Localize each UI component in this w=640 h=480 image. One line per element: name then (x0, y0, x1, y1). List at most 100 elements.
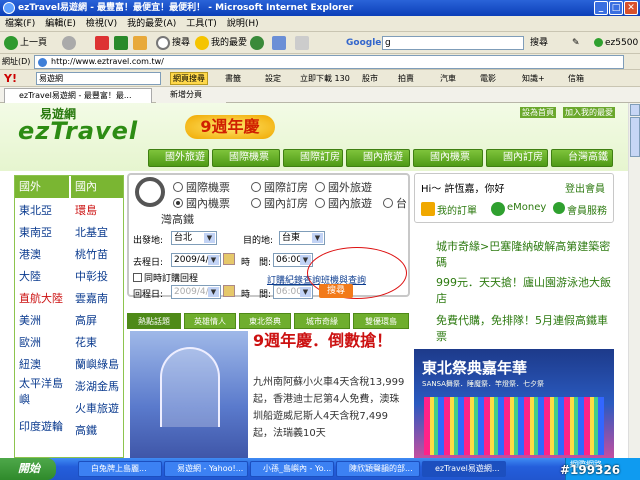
mail-button[interactable]: 信箱 (568, 73, 584, 84)
nav-domestic-hotels[interactable]: 國內訂房 (486, 149, 548, 167)
scroll-up-button[interactable] (630, 104, 640, 116)
region-north[interactable]: 北基宜 (71, 222, 108, 244)
emoney-link[interactable]: eMoney (507, 202, 546, 213)
search-submit-button[interactable]: 搜尋 (319, 284, 353, 298)
settings-button[interactable]: 設定 (265, 73, 281, 84)
promo-tab-island[interactable]: 雙優環島 (353, 313, 409, 329)
region-hk-macau[interactable]: 港澳 (15, 244, 41, 266)
region-east[interactable]: 花東 (71, 332, 97, 354)
menu-tools[interactable]: 工具(T) (181, 16, 222, 32)
radio-intl-hotel[interactable]: 國際訂房 (251, 179, 308, 195)
taskbar-item[interactable]: 陳欣穎聲韻的部... (336, 461, 420, 477)
yahoo-logo[interactable]: Y! (4, 72, 17, 85)
promo-title[interactable]: 9週年慶．倒數搶！ (253, 331, 413, 351)
set-homepage-link[interactable]: 設為首頁 (520, 107, 556, 118)
stocks-button[interactable]: 股市 (362, 73, 378, 84)
menu-view[interactable]: 檢視(V) (81, 16, 122, 32)
history-button[interactable] (250, 35, 266, 51)
movies-button[interactable]: 電影 (480, 73, 496, 84)
region-hsr[interactable]: 高鐵 (71, 420, 97, 442)
favorites-button[interactable]: 我的最愛 (195, 35, 247, 51)
menu-file[interactable]: 檔案(F) (0, 16, 40, 32)
anniversary-badge[interactable]: 9週年慶 (185, 115, 275, 139)
taskbar-item[interactable]: 易遊網 - Yahoo!... (164, 461, 248, 477)
dest-select[interactable]: 台東 (279, 231, 325, 245)
mail-button[interactable] (272, 35, 288, 51)
logout-link[interactable]: 登出會員 (565, 180, 605, 195)
promo-tab-hot[interactable]: 熱點話題 (127, 313, 181, 329)
nav-intl-flights[interactable]: 國際機票 (212, 149, 280, 167)
festival-banner[interactable]: 東北祭典嘉年華 SANSA舞祭．睡魔祭．竿燈祭．七夕祭 (414, 349, 614, 458)
depart-date-input[interactable]: 2009/4/27 (171, 253, 221, 267)
radio-intl-flight[interactable]: 國際機票 (173, 179, 230, 195)
region-china[interactable]: 大陸 (15, 266, 41, 288)
cars-button[interactable]: 汽車 (440, 73, 456, 84)
yahoo-search-input[interactable]: 易遊網 (36, 72, 161, 85)
taskbar-item[interactable]: 小孫_島嶼內 - Yo... (250, 461, 334, 477)
promo-image[interactable] (130, 331, 248, 458)
user-account[interactable]: ez5500 (594, 35, 638, 51)
stop-button[interactable] (95, 35, 111, 51)
promo-tab-city[interactable]: 城市奇緣 (294, 313, 350, 329)
news-item[interactable]: 999元．天天搶！廬山園游泳池大飯店 (422, 275, 612, 307)
region-central[interactable]: 中彰投 (71, 266, 108, 288)
region-pacific[interactable]: 太平洋島嶼 (15, 376, 69, 406)
region-south-central[interactable]: 雲嘉南 (71, 288, 108, 310)
nav-intl-hotels[interactable]: 國際訂房 (283, 149, 343, 167)
minimize-button[interactable]: _ (594, 1, 608, 15)
my-order-link[interactable]: 我的訂單 (437, 202, 477, 217)
bookmarks-button[interactable]: 書籤 (225, 73, 241, 84)
nav-high-speed-rail[interactable]: 台灣高鐵 (551, 149, 613, 167)
same-day-checkbox[interactable]: 同時訂購回程 (133, 271, 198, 284)
radio-hsr[interactable]: 台 (383, 195, 407, 211)
google-search-input[interactable]: g (382, 36, 524, 50)
nav-intl-travel[interactable]: 國外旅遊 (148, 149, 209, 167)
return-date-input[interactable]: 2009/4/27 (171, 285, 221, 299)
google-search-button[interactable]: 搜尋 (530, 35, 548, 51)
site-logo[interactable]: ezTravel (18, 117, 138, 145)
nav-domestic-flights[interactable]: 國內機票 (413, 149, 483, 167)
address-input[interactable]: http://www.eztravel.com.tw/ (34, 55, 624, 69)
home-button[interactable] (133, 35, 149, 51)
region-southeast-asia[interactable]: 東南亞 (15, 222, 52, 244)
nav-domestic-travel[interactable]: 國內旅遊 (346, 149, 410, 167)
search-button[interactable]: 搜尋 (156, 35, 190, 51)
radio-dom-hotel[interactable]: 國內訂房 (251, 195, 308, 211)
member-service-link[interactable]: 會員服務 (567, 202, 607, 217)
region-kaohsiung[interactable]: 高屏 (71, 310, 97, 332)
back-button[interactable]: 上一頁 (4, 35, 47, 51)
auction-button[interactable]: 拍賣 (398, 73, 414, 84)
tab-new[interactable]: 新增分頁 (156, 88, 226, 103)
vertical-scrollbar[interactable] (628, 103, 640, 458)
promo-tab-hero[interactable]: 英雄情人 (184, 313, 236, 329)
region-americas[interactable]: 美洲 (15, 310, 41, 332)
add-favorite-link[interactable]: 加入我的最愛 (563, 107, 615, 118)
calendar-icon[interactable] (223, 253, 235, 265)
radio-intl-travel[interactable]: 國外旅遊 (315, 179, 372, 195)
web-search-button[interactable]: 網頁搜尋 (170, 72, 208, 85)
news-item[interactable]: 免費代購，免排隊！5月連假高鐵車票 (422, 313, 612, 345)
wrench-icon[interactable]: ✎ (572, 35, 580, 51)
menu-help[interactable]: 說明(H) (222, 16, 264, 32)
region-northeast-asia[interactable]: 東北亞 (15, 200, 52, 222)
forward-button[interactable] (62, 35, 78, 51)
news-item[interactable]: 城市奇緣>巴塞隆納破解高第建築密碼 (422, 239, 612, 271)
taskbar-item-active[interactable]: ezTravel易遊網... (422, 461, 506, 477)
menu-edit[interactable]: 編輯(E) (40, 16, 81, 32)
calendar-icon[interactable] (223, 285, 235, 297)
region-europe[interactable]: 歐洲 (15, 332, 41, 354)
region-nz-au[interactable]: 紐澳 (15, 354, 41, 376)
taskbar-item[interactable]: 白兔牌上島麗... (78, 461, 162, 477)
tab-eztravel[interactable]: ezTravel易遊網 - 最豐富！最... (4, 88, 152, 103)
promo-tab-festival[interactable]: 東北祭典 (239, 313, 291, 329)
depart-select[interactable]: 台北 (171, 231, 217, 245)
region-india-cruise[interactable]: 印度遊輪 (15, 416, 63, 438)
menu-favorites[interactable]: 我的最愛(A) (122, 16, 181, 32)
download-button[interactable]: 立即下載 130 (300, 73, 350, 84)
scroll-thumb[interactable] (630, 117, 640, 157)
region-island-tour[interactable]: 環島 (71, 200, 97, 222)
depart-time-select[interactable]: 06:00 (273, 253, 313, 267)
radio-dom-travel[interactable]: 國內旅遊 (315, 195, 372, 211)
radio-dom-flight[interactable]: 國內機票 (173, 195, 230, 211)
region-taoyuan[interactable]: 桃竹苗 (71, 244, 108, 266)
